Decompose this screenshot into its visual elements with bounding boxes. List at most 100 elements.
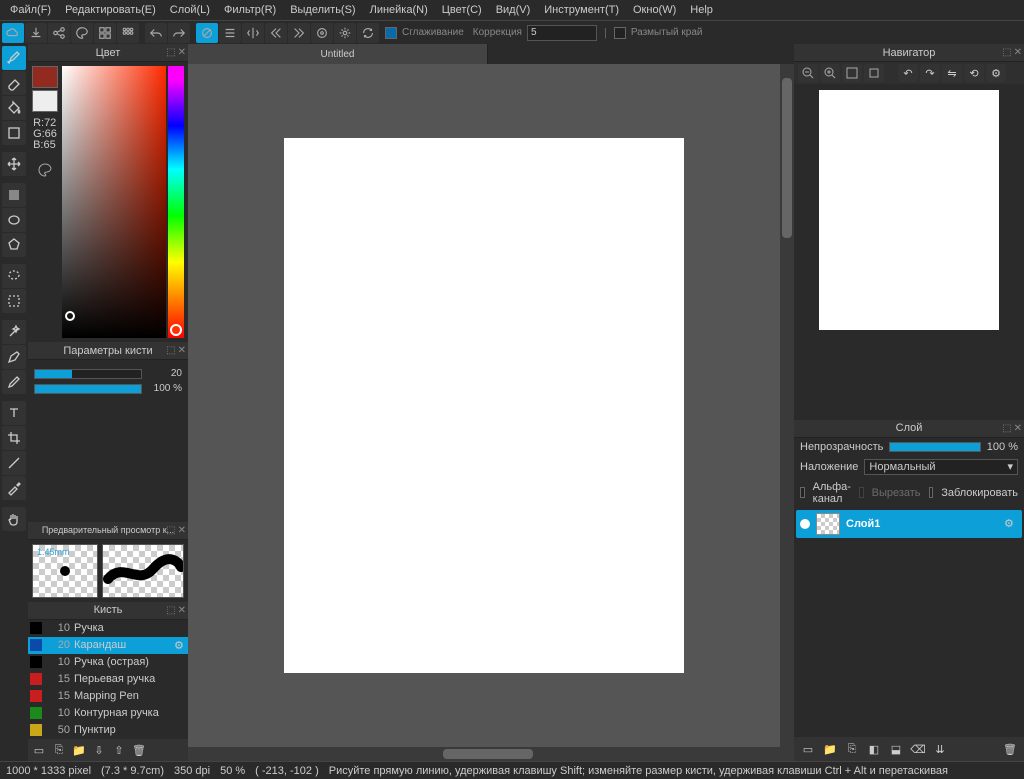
pen-tool-icon[interactable] — [2, 345, 26, 369]
panel-undock-icon[interactable]: ⬚ — [166, 605, 175, 616]
panel-close-icon[interactable]: ✕ — [178, 605, 186, 616]
fit-screen-icon[interactable] — [842, 64, 862, 82]
clear-icon[interactable]: ⌫ — [908, 740, 928, 758]
brush-opacity-slider[interactable] — [34, 384, 142, 394]
delete-layer-icon[interactable]: 🗑 — [1000, 740, 1020, 758]
blend-mode-select[interactable]: Нормальный▾ — [864, 459, 1018, 475]
foreground-swatch[interactable] — [32, 66, 58, 88]
brush-delete-icon[interactable]: 🗑 — [130, 741, 148, 759]
menu-color[interactable]: Цвет(C) — [436, 2, 488, 18]
marquee-icon[interactable] — [2, 289, 26, 313]
menu-file[interactable]: Файл(F) — [4, 2, 57, 18]
hand-tool-icon[interactable] — [2, 507, 26, 531]
brush-tool-icon[interactable] — [2, 46, 26, 70]
panel-close-icon[interactable]: ✕ — [1014, 423, 1022, 434]
brush-item[interactable]: 10Ручка (острая) — [28, 654, 188, 671]
reset-view-icon[interactable]: ⟲ — [964, 64, 984, 82]
new-layer-icon[interactable]: ▭ — [798, 740, 818, 758]
brush-item[interactable]: 15Mapping Pen — [28, 688, 188, 705]
redo-icon[interactable] — [168, 23, 190, 43]
merge-down-icon[interactable]: ⇊ — [930, 740, 950, 758]
undo-icon[interactable] — [145, 23, 167, 43]
panel-undock-icon[interactable]: ⬚ — [166, 47, 175, 58]
palette-icon[interactable] — [36, 161, 54, 179]
rect-select-icon[interactable] — [2, 183, 26, 207]
menu-window[interactable]: Окно(W) — [627, 2, 682, 18]
panel-undock-icon[interactable]: ⬚ — [166, 525, 175, 536]
sv-picker[interactable] — [62, 66, 166, 338]
target-icon[interactable] — [311, 23, 333, 43]
brush-import-icon[interactable]: ⇩ — [90, 741, 108, 759]
palette-icon[interactable] — [71, 23, 93, 43]
menu-filter[interactable]: Фильтр(R) — [218, 2, 282, 18]
brush-add-icon[interactable]: ▭ — [30, 741, 48, 759]
mask-icon[interactable]: ◧ — [864, 740, 884, 758]
layer-opacity-slider[interactable] — [889, 442, 980, 452]
layer-item[interactable]: Слой1 ⚙ — [796, 510, 1022, 538]
panel-close-icon[interactable]: ✕ — [178, 525, 186, 536]
clip-checkbox[interactable] — [859, 487, 864, 498]
blurry-edge-checkbox[interactable] — [614, 27, 626, 39]
rotate-left-icon[interactable]: ↶ — [898, 64, 918, 82]
hue-slider[interactable] — [168, 66, 184, 338]
brush-item[interactable]: 10Контурная ручка — [28, 705, 188, 722]
flip-h-icon[interactable]: ⇋ — [942, 64, 962, 82]
cloud-icon[interactable] — [2, 23, 24, 43]
brush-export-icon[interactable]: ⇧ — [110, 741, 128, 759]
rewind-icon[interactable] — [265, 23, 287, 43]
brush-item[interactable]: 15Перьевая ручка — [28, 671, 188, 688]
refresh-icon[interactable] — [357, 23, 379, 43]
smoothing-checkbox[interactable] — [385, 27, 397, 39]
eyedropper-icon[interactable] — [2, 476, 26, 500]
pencil-tool-icon[interactable] — [2, 370, 26, 394]
zoom-out-icon[interactable] — [798, 64, 818, 82]
brush-size-slider[interactable] — [34, 369, 142, 379]
antialiasing-icon[interactable] — [196, 23, 218, 43]
export-icon[interactable] — [25, 23, 47, 43]
actual-size-icon[interactable] — [864, 64, 884, 82]
menu-tool[interactable]: Инструмент(T) — [538, 2, 625, 18]
vertical-scrollbar[interactable] — [780, 64, 794, 747]
brush-item[interactable]: 10Ручка — [28, 620, 188, 637]
lines-icon[interactable] — [219, 23, 241, 43]
canvas-page[interactable] — [284, 138, 684, 673]
menu-select[interactable]: Выделить(S) — [284, 2, 361, 18]
panel-close-icon[interactable]: ✕ — [1014, 47, 1022, 58]
line-tool-icon[interactable] — [2, 451, 26, 475]
settings-icon[interactable]: ⚙ — [986, 64, 1006, 82]
wand-icon[interactable] — [2, 320, 26, 344]
apps-icon[interactable] — [117, 23, 139, 43]
panel-undock-icon[interactable]: ⬚ — [166, 345, 175, 356]
text-tool-icon[interactable] — [2, 401, 26, 425]
layer-gear-icon[interactable]: ⚙ — [1004, 517, 1018, 530]
symmetry-icon[interactable] — [242, 23, 264, 43]
gear-icon[interactable] — [334, 23, 356, 43]
horizontal-scrollbar[interactable] — [188, 747, 794, 761]
panel-undock-icon[interactable]: ⬚ — [1002, 47, 1011, 58]
panel-close-icon[interactable]: ✕ — [178, 345, 186, 356]
brush-folder-icon[interactable]: 📁 — [70, 741, 88, 759]
lock-checkbox[interactable] — [929, 487, 934, 498]
correction-input[interactable] — [527, 25, 597, 41]
panel-close-icon[interactable]: ✕ — [178, 47, 186, 58]
share-icon[interactable] — [48, 23, 70, 43]
menu-edit[interactable]: Редактировать(E) — [59, 2, 162, 18]
menu-ruler[interactable]: Линейка(N) — [364, 2, 434, 18]
crop-tool-icon[interactable] — [2, 426, 26, 450]
zoom-in-icon[interactable] — [820, 64, 840, 82]
duplicate-layer-icon[interactable]: ⎘ — [842, 740, 862, 758]
brush-dup-icon[interactable]: ⎘ — [50, 741, 68, 759]
menu-help[interactable]: Help — [684, 2, 719, 18]
merge-icon[interactable]: ⬓ — [886, 740, 906, 758]
grid-icon[interactable] — [94, 23, 116, 43]
navigator-view[interactable] — [794, 84, 1024, 420]
shape-tool-icon[interactable] — [2, 121, 26, 145]
brush-item[interactable]: 50Пунктир — [28, 722, 188, 739]
polygon-select-icon[interactable] — [2, 233, 26, 257]
panel-undock-icon[interactable]: ⬚ — [1002, 423, 1011, 434]
alpha-channel-checkbox[interactable] — [800, 487, 805, 498]
canvas-viewport[interactable] — [188, 64, 780, 747]
menu-layer[interactable]: Слой(L) — [164, 2, 216, 18]
rotate-right-icon[interactable]: ↷ — [920, 64, 940, 82]
layer-name[interactable]: Слой1 — [846, 518, 998, 530]
